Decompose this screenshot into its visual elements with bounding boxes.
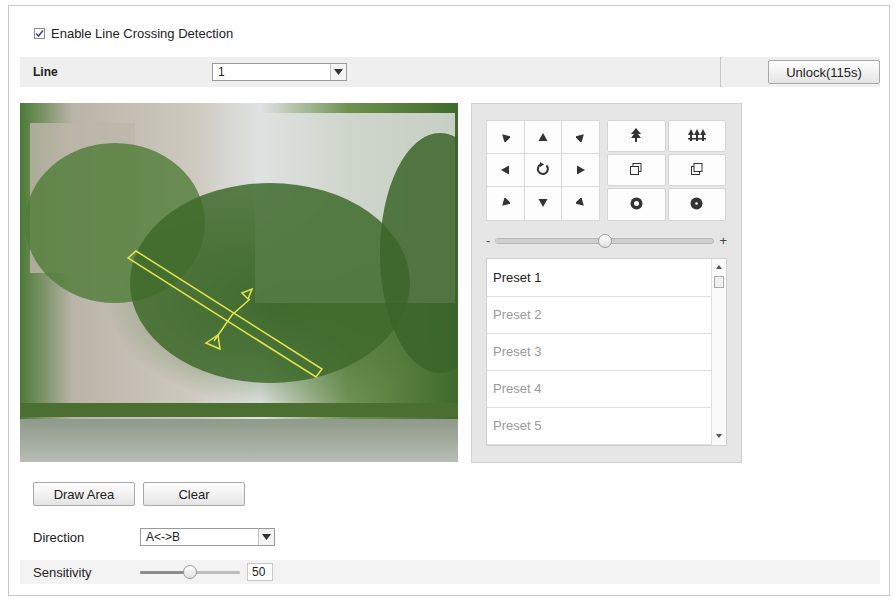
sensitivity-label: Sensitivity: [20, 565, 140, 580]
line-bar: Line1 Unlock(115s): [20, 57, 880, 87]
pan-up-button[interactable]: [525, 121, 562, 153]
iris-icon: [630, 197, 643, 213]
sensitivity-value[interactable]: 50: [247, 563, 273, 581]
scrollbar[interactable]: [711, 259, 726, 445]
preset-label: Preset 3: [493, 344, 541, 359]
zoom-out-button[interactable]: [668, 120, 727, 152]
zoom-in-button[interactable]: [607, 120, 666, 152]
focus-far-button[interactable]: [668, 154, 727, 186]
direction-row: DirectionA<->B: [20, 526, 880, 548]
draw-area-button[interactable]: Draw Area: [33, 482, 135, 506]
arrow-icon: [538, 130, 548, 145]
trees-icon: [688, 128, 706, 145]
pan-up-right-button[interactable]: [562, 121, 599, 153]
scroll-down-icon[interactable]: [715, 430, 723, 445]
arrow-icon: [576, 130, 586, 145]
preset-label: Preset 2: [493, 307, 541, 322]
focus-near-button[interactable]: [607, 154, 666, 186]
preset-label: Preset 4: [493, 381, 541, 396]
direction-pad: [486, 120, 600, 221]
line-label: Line: [20, 65, 212, 79]
preset-item[interactable]: Preset 4: [487, 371, 711, 408]
preset-items: Preset 1 Preset 2 Preset 3 Preset 4 Preset 5: [487, 259, 711, 445]
line-select-value: 1: [213, 64, 330, 80]
line-crossing-panel: Enable Line Crossing Detection Line1 Unloc…: [8, 5, 890, 596]
pan-up-left-button[interactable]: [487, 121, 524, 153]
arrow-icon: [576, 196, 586, 211]
speed-slider-thumb[interactable]: [598, 234, 612, 248]
enable-label[interactable]: Enable Line Crossing Detection: [51, 26, 233, 41]
direction-select-value: A<->B: [141, 529, 258, 545]
scroll-thumb[interactable]: [714, 276, 724, 288]
ptz-panel: -+Preset 1Preset 2Preset 3Preset 4Preset…: [471, 103, 742, 463]
line-select[interactable]: 1: [212, 63, 347, 81]
iris-close-button[interactable]: [668, 188, 727, 220]
preset-item[interactable]: Preset 2: [487, 297, 711, 334]
enable-checkbox[interactable]: [34, 28, 45, 39]
ptz-controls: [486, 120, 727, 221]
arrow-icon: [500, 130, 510, 145]
arrow-icon: [500, 196, 510, 211]
separator: [720, 57, 721, 87]
clear-button[interactable]: Clear: [143, 482, 245, 506]
preset-label: Preset 1: [493, 270, 541, 285]
lens-controls: [607, 120, 726, 221]
plus-label: +: [719, 233, 727, 248]
preset-item[interactable]: Preset 5: [487, 408, 711, 445]
iris-icon: [690, 197, 703, 213]
dropdown-arrow-icon[interactable]: [330, 64, 346, 80]
direction-select[interactable]: A<->B: [140, 528, 275, 546]
arrow-icon: [576, 163, 586, 178]
action-buttons: Draw Area Clear: [20, 482, 880, 506]
refresh-icon: [536, 162, 550, 179]
sensitivity-slider[interactable]: [140, 571, 240, 574]
preset-item[interactable]: Preset 3: [487, 334, 711, 371]
video-preview[interactable]: [20, 103, 458, 462]
sensitivity-row: Sensitivity 50: [20, 560, 880, 584]
iris-open-button[interactable]: [607, 188, 666, 220]
enable-row: Enable Line Crossing Detection: [20, 19, 880, 47]
dropdown-arrow-icon[interactable]: [258, 529, 274, 545]
pan-down-left-button[interactable]: [487, 187, 524, 219]
squares-icon: [691, 163, 703, 178]
preset-item[interactable]: Preset 1: [487, 259, 711, 296]
speed-slider[interactable]: [495, 238, 714, 244]
arrow-icon: [538, 196, 548, 211]
pan-down-right-button[interactable]: [562, 187, 599, 219]
pan-down-button[interactable]: [525, 187, 562, 219]
direction-label: Direction: [20, 530, 140, 545]
main-area: -+Preset 1Preset 2Preset 3Preset 4Preset…: [20, 103, 880, 463]
tree-icon: [630, 128, 642, 145]
squares-icon: [630, 163, 642, 178]
sensitivity-thumb[interactable]: [183, 565, 197, 579]
preset-label: Preset 5: [493, 418, 541, 433]
pan-left-button[interactable]: [487, 154, 524, 186]
preset-list: Preset 1 Preset 2 Preset 3 Preset 4 Preset 5: [486, 258, 727, 446]
speed-slider-row: -+: [486, 233, 727, 249]
arrow-icon: [500, 163, 510, 178]
auto-scan-button[interactable]: [525, 154, 562, 186]
unlock-button[interactable]: Unlock(115s): [768, 60, 880, 84]
speed-slider-fill: [496, 239, 605, 243]
scroll-up-icon[interactable]: [715, 259, 723, 274]
pan-right-button[interactable]: [562, 154, 599, 186]
minus-label: -: [486, 233, 490, 248]
